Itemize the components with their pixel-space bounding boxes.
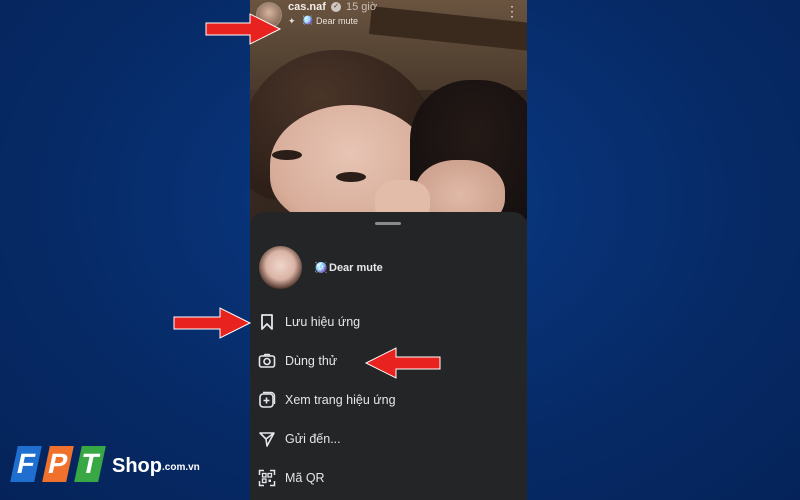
sheet-drag-handle[interactable] <box>375 222 401 225</box>
logo-letter-f: F <box>10 446 42 482</box>
post-time: 15 giờ <box>346 1 378 13</box>
effect-emoji: 🪩 <box>302 15 314 25</box>
more-vertical-icon[interactable]: ⋮ <box>505 4 519 18</box>
logo-shop-text: Shop <box>112 455 162 477</box>
effect-title: Dear mute <box>329 262 383 274</box>
menu-item-qr-code[interactable]: Mã QR <box>250 461 527 497</box>
pointer-arrow-icon <box>205 13 282 45</box>
fpt-shop-logo: F P T Shop .com.vn <box>8 440 208 490</box>
menu-item-save-effect[interactable]: Lưu hiệu ứng <box>250 305 527 341</box>
menu-item-label: Lưu hiệu ứng <box>285 315 361 329</box>
story-photo <box>250 0 527 240</box>
effect-avatar <box>259 246 302 289</box>
effect-emoji: 🪩 <box>314 262 328 274</box>
menu-item-label: Gửi đến... <box>285 432 341 446</box>
effect-name-link[interactable]: Dear mute <box>316 16 358 26</box>
menu-item-label: Mã QR <box>285 471 325 485</box>
qr-code-icon <box>258 469 276 487</box>
story-header: cas.naf ✓ 15 giờ ✦ 🪩 Dear mute ⋮ <box>250 0 527 32</box>
pointer-arrow-icon <box>364 347 441 379</box>
pointer-arrow-icon <box>173 307 252 339</box>
verified-badge-icon: ✓ <box>331 2 341 12</box>
send-icon <box>258 430 276 448</box>
menu-item-view-effect-page[interactable]: Xem trang hiệu ứng <box>250 383 527 419</box>
phone-screen: cas.naf ✓ 15 giờ ✦ 🪩 Dear mute ⋮ 🪩 Dear … <box>250 0 527 500</box>
logo-domain-text: .com.vn <box>162 462 200 473</box>
menu-item-label: Dùng thử <box>285 354 338 368</box>
menu-item-label: Xem trang hiệu ứng <box>285 393 396 407</box>
logo-letter-t: T <box>74 446 106 482</box>
logo-letter-p: P <box>42 446 74 482</box>
effect-page-icon <box>258 391 276 409</box>
sparkle-icon: ✦ <box>288 16 296 26</box>
author-username[interactable]: cas.naf <box>288 1 326 13</box>
bookmark-icon <box>258 313 276 331</box>
camera-icon <box>258 352 276 370</box>
menu-item-send-to[interactable]: Gửi đến... <box>250 422 527 458</box>
